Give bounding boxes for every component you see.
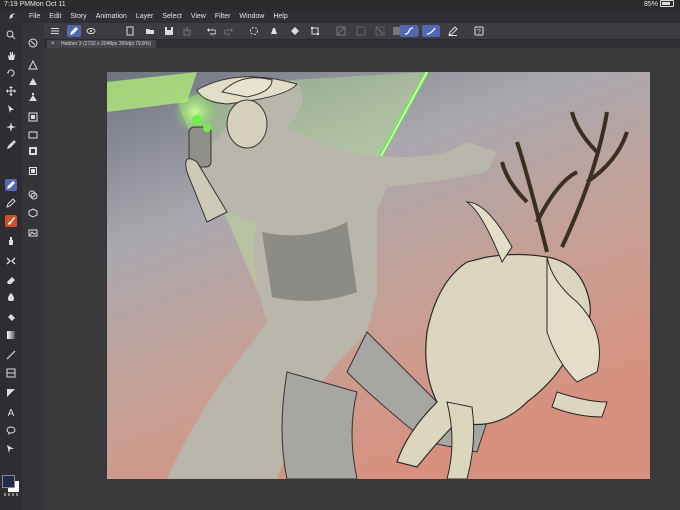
image-icon[interactable] [27,227,39,239]
main-color-swatch[interactable] [2,475,15,488]
redo-icon[interactable] [222,25,236,37]
sub-view-icon[interactable] [27,145,39,157]
status-bar: 7:19 PM Mon Oct 11 85% [0,0,680,10]
sub-tool-palette [22,23,45,510]
layer-adjust-icon[interactable] [27,91,39,103]
hand-icon[interactable] [5,50,17,62]
share-icon[interactable] [180,25,194,37]
battery-indicator: 85% [644,0,674,10]
battery-icon [660,0,674,7]
deselect-icon[interactable] [373,25,387,37]
sparkle-icon[interactable] [5,121,17,133]
edit-icon[interactable] [446,25,460,37]
transform-icon[interactable] [308,25,322,37]
menu-edit[interactable]: Edit [49,10,61,23]
layers-icon[interactable] [27,189,39,201]
brush-icon[interactable] [5,215,17,227]
menu-filter[interactable]: Filter [215,10,231,23]
undo-icon[interactable] [204,25,218,37]
menu-select[interactable]: Select [162,10,181,23]
layer-property-icon[interactable] [27,111,39,123]
menu-view[interactable]: View [191,10,206,23]
battery-percent: 85% [643,1,658,8]
open-file-icon[interactable] [143,25,157,37]
pen-pressure-icon[interactable] [422,25,440,37]
layer-select-icon[interactable] [27,75,39,87]
eraser-icon[interactable] [5,274,17,286]
color-wheel-icon[interactable] [27,165,39,177]
color-swatches[interactable] [2,475,20,496]
material-icon[interactable] [27,207,39,219]
blend-icon[interactable] [5,291,17,303]
airbrush-icon[interactable] [5,235,17,247]
close-tab-icon[interactable]: × [51,40,55,48]
app-logo-icon[interactable] [8,12,17,21]
status-date: Mon Oct 11 [30,1,66,8]
frame-icon[interactable] [5,367,17,379]
eyedropper-icon[interactable] [5,139,17,151]
layer-move-icon[interactable] [27,59,39,71]
rotate-icon[interactable] [5,67,17,79]
navigator-icon[interactable] [27,129,39,141]
balloon-icon[interactable] [5,425,17,437]
ruler-icon[interactable] [5,387,17,399]
menu-icon[interactable] [48,25,62,37]
menu-bar: File Edit Story Animation Layer Select V… [0,10,680,23]
svg-text:A: A [8,408,15,417]
eye-icon[interactable] [84,25,98,37]
text-icon[interactable]: A [5,406,17,418]
fill-icon[interactable] [288,25,302,37]
move-icon[interactable] [5,85,17,97]
decoration-icon[interactable] [5,255,17,267]
tool-palette: A [0,23,22,510]
close-panel-icon[interactable] [27,37,39,49]
fill-bucket-icon[interactable] [5,311,17,323]
menu-file[interactable]: File [29,10,40,23]
save-icon[interactable] [162,25,176,37]
zoom-icon[interactable] [5,29,17,41]
eraser-slash-icon[interactable] [334,25,348,37]
correct-line-icon[interactable] [5,443,17,455]
document-tab-label: Hebber 3 (2732 x 2048px 300dpi 79.8%) [61,41,152,47]
artwork-canvas[interactable] [107,72,650,479]
command-bar: ? [44,23,680,40]
pen-icon[interactable] [5,179,17,191]
help-icon[interactable]: ? [472,25,486,37]
transparent-color-icon[interactable] [4,493,18,496]
svg-text:?: ? [477,29,481,36]
operation-icon[interactable] [5,103,17,115]
menu-layer[interactable]: Layer [136,10,154,23]
loading-icon[interactable] [247,25,261,37]
document-tab[interactable]: × Hebber 3 (2732 x 2048px 300dpi 79.8%) [47,40,157,48]
new-file-icon[interactable] [123,25,137,37]
menu-animation[interactable]: Animation [96,10,127,23]
stabilizer-icon[interactable] [400,25,418,37]
gradient-icon[interactable] [5,329,17,341]
menu-story[interactable]: Story [70,10,86,23]
figure-icon[interactable] [5,349,17,361]
clear-icon[interactable] [267,25,281,37]
pencil-icon[interactable] [5,197,17,209]
document-tab-bar: × Hebber 3 (2732 x 2048px 300dpi 79.8%) [44,40,680,48]
menu-window[interactable]: Window [239,10,264,23]
select-all-icon[interactable] [354,25,368,37]
menu-help[interactable]: Help [273,10,287,23]
status-time: 7:19 PM [4,1,31,8]
brush-tool-icon[interactable] [67,25,81,37]
